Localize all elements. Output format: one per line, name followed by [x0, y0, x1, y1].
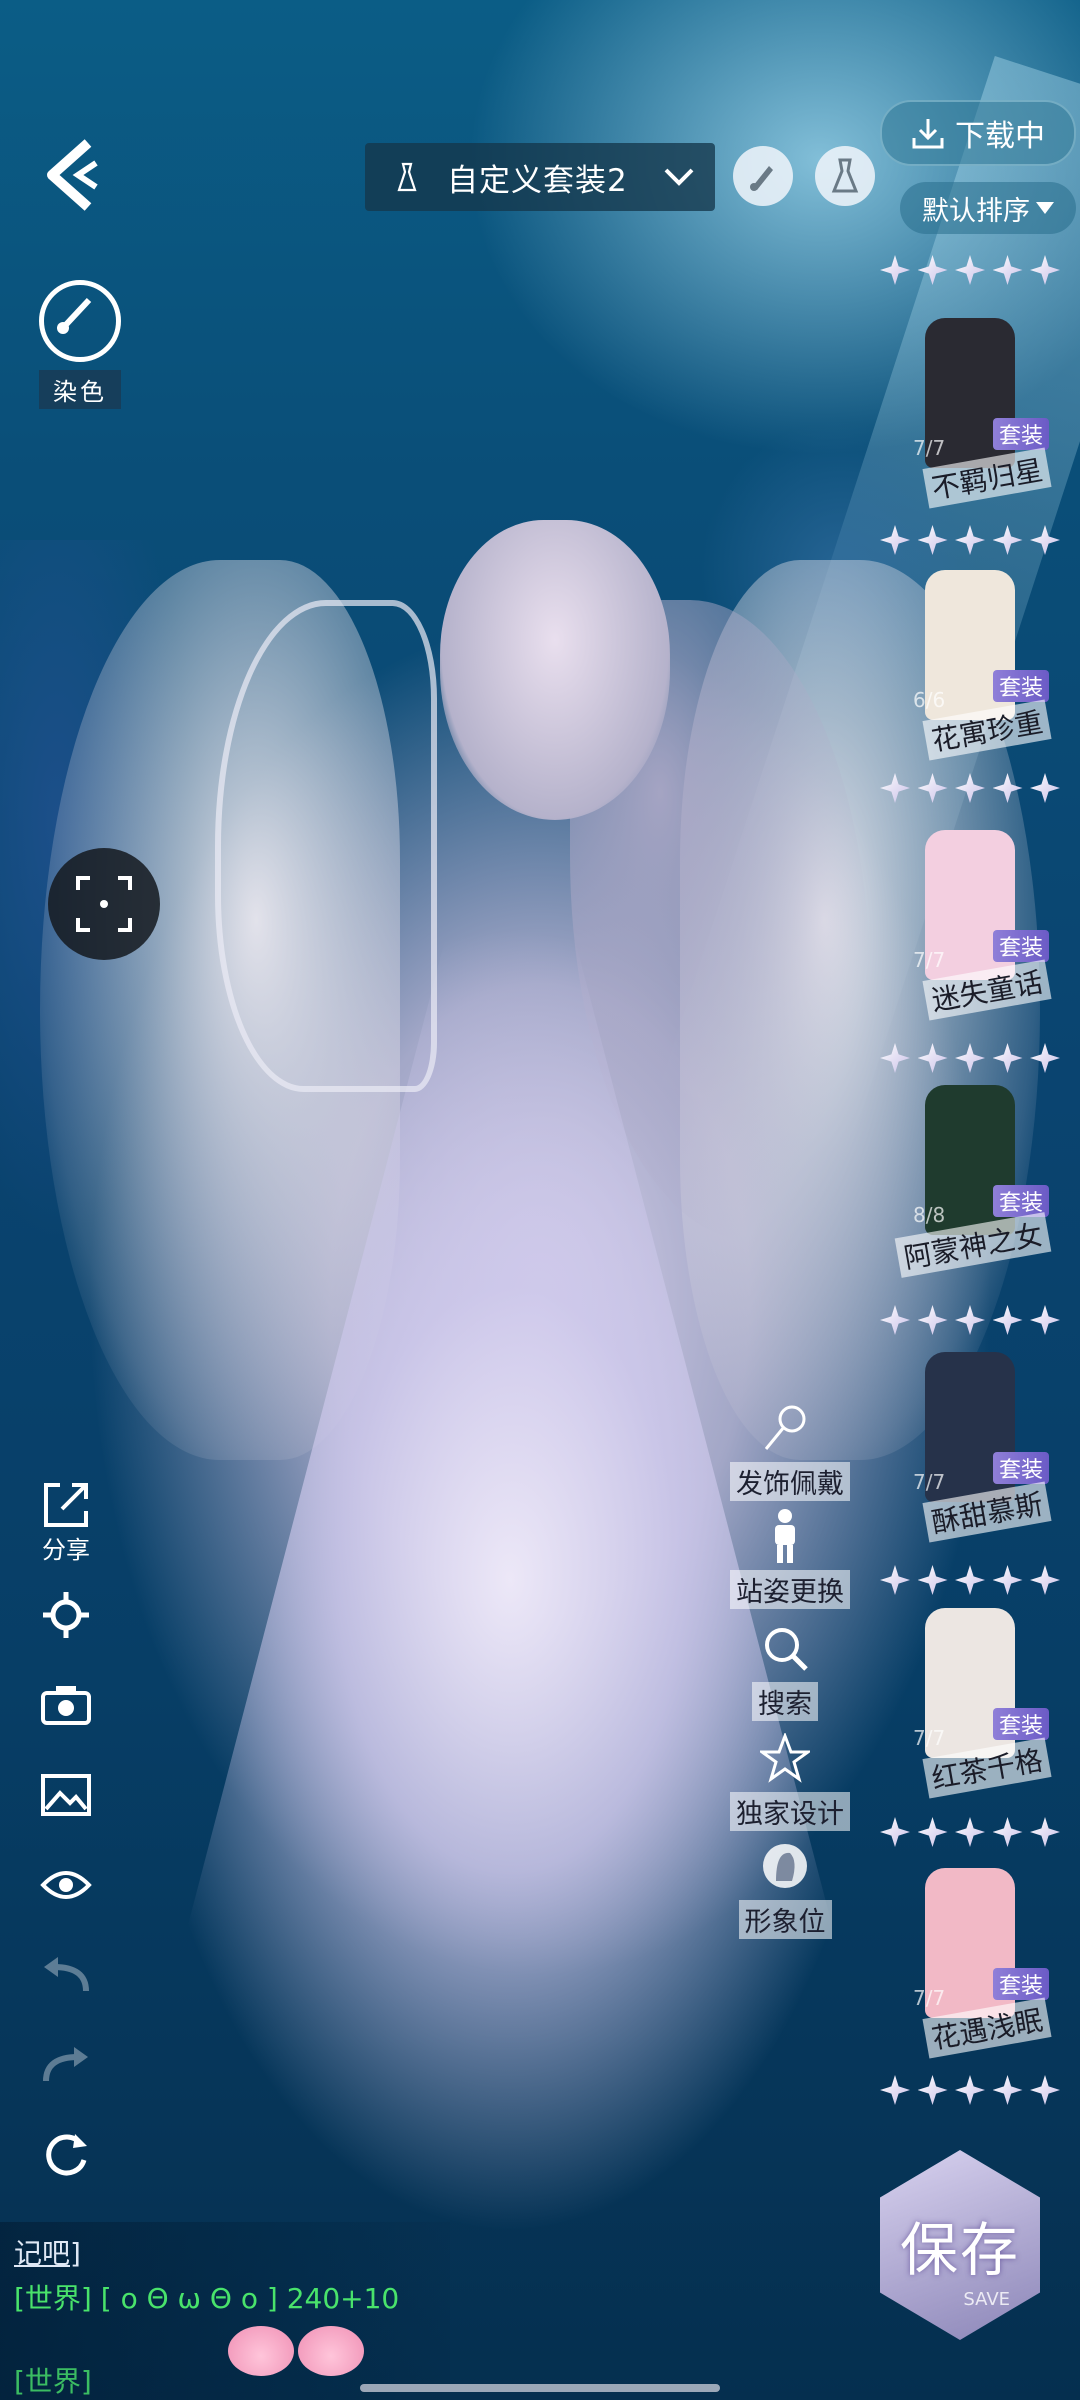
dye-label: 染色 [39, 370, 121, 409]
chevron-down-icon [664, 168, 694, 186]
outfit-selector[interactable]: 自定义套装2 [365, 143, 715, 211]
save-label: 保存 [899, 2216, 1020, 2284]
outfit-card[interactable]: 7/7 套装 红茶千格 [885, 1608, 1065, 1799]
sort-dropdown[interactable]: 默认排序 [900, 182, 1076, 234]
back-button[interactable] [38, 135, 108, 215]
dress-icon [831, 158, 859, 193]
rating-stars [880, 1300, 1060, 1340]
gallery-button[interactable] [36, 1765, 96, 1825]
image-icon [41, 1774, 91, 1816]
outfit-badge: 套装 [992, 1452, 1049, 1484]
settings-button[interactable] [36, 1585, 96, 1645]
eye-icon [40, 1871, 92, 1899]
outfit-count: 7/7 [913, 1986, 946, 2010]
share-button[interactable] [36, 1475, 96, 1535]
chat-text: [ o Θ ω Θ o ] 240+10 [100, 2282, 400, 2315]
action-label: 发饰佩戴 [730, 1462, 850, 1501]
focus-camera-button[interactable] [48, 848, 160, 960]
rating-stars [880, 768, 1060, 808]
action-label: 站姿更换 [730, 1570, 850, 1609]
outfit-count: 7/7 [913, 948, 946, 972]
star-icon [757, 1730, 813, 1786]
share-icon [44, 1483, 88, 1527]
action-pose[interactable]: 站姿更换 [730, 1508, 850, 1609]
action-label: 形象位 [738, 1900, 832, 1939]
back-arrow-icon [47, 139, 98, 211]
pose-icon [757, 1508, 813, 1564]
hair-accessory-icon [757, 1400, 813, 1456]
outfit-count: 6/6 [913, 688, 946, 712]
chat-channel: [世界] [14, 2365, 92, 2398]
download-label: 下载中 [955, 119, 1045, 154]
emoji-sticker [228, 2326, 294, 2376]
outfit-badge: 套装 [992, 930, 1049, 962]
outfit-card[interactable]: 7/7 套装 迷失童话 [885, 830, 1065, 1021]
focus-icon [76, 876, 132, 932]
outfit-detail-button[interactable] [815, 146, 875, 206]
outfit-badge: 套装 [992, 1968, 1049, 2000]
rating-stars [880, 250, 1060, 290]
action-portrait-slot[interactable]: 形象位 [730, 1838, 840, 1939]
character-head [440, 520, 670, 820]
caret-down-icon [1036, 202, 1054, 214]
sort-label: 默认排序 [922, 195, 1030, 227]
share-label: 分享 [42, 1536, 90, 1564]
search-icon [757, 1620, 813, 1676]
rating-stars [880, 1812, 1060, 1852]
undo-icon [44, 1957, 89, 1992]
action-label: 独家设计 [730, 1792, 850, 1831]
reset-icon [46, 2134, 87, 2176]
outfit-card[interactable]: 8/8 套装 阿蒙神之女 [885, 1085, 1065, 1278]
outfit-card[interactable]: 7/7 套装 不羁归星 [885, 318, 1065, 509]
action-label: 搜索 [752, 1682, 818, 1721]
outfit-card[interactable]: 7/7 套装 酥甜慕斯 [885, 1352, 1065, 1543]
chat-message: [世界] [ o Θ ω Θ o ] 240+10 [14, 2277, 399, 2317]
action-exclusive-design[interactable]: 独家设计 [730, 1730, 850, 1831]
portrait-icon [757, 1838, 813, 1894]
camera-button[interactable] [36, 1675, 96, 1735]
redo-icon [43, 2047, 88, 2082]
gear-icon [43, 1592, 89, 1638]
outfit-card[interactable]: 6/6 套装 花寓珍重 [885, 570, 1065, 761]
outfit-count: 7/7 [913, 1470, 946, 1494]
brush-icon [750, 166, 773, 191]
reset-button[interactable] [36, 2125, 96, 2185]
redo-button[interactable] [36, 2035, 96, 2095]
outfit-badge: 套装 [992, 670, 1049, 702]
chat-channel: [世界] [14, 2282, 92, 2315]
harp [215, 600, 437, 1092]
undo-button[interactable] [36, 1945, 96, 2005]
action-search[interactable]: 搜索 [730, 1620, 840, 1721]
emoji-sticker [298, 2326, 364, 2376]
chat-link[interactable]: 记吧] [14, 2232, 81, 2272]
palette-icon [39, 280, 121, 362]
outfit-card[interactable]: 7/7 套装 花遇浅眠 [885, 1868, 1065, 2059]
rating-stars [880, 1560, 1060, 1600]
outfit-name: 自定义套装2 [447, 162, 628, 199]
home-indicator[interactable] [360, 2384, 720, 2392]
outfit-count: 8/8 [913, 1203, 946, 1227]
outfit-badge: 套装 [992, 1708, 1049, 1740]
download-button[interactable]: 下载中 [880, 100, 1076, 166]
rating-stars [880, 1038, 1060, 1078]
rating-stars [880, 520, 1060, 560]
dye-button[interactable]: 染色 [30, 280, 130, 409]
dress-icon [397, 162, 417, 192]
save-sub-label: SAVE [963, 2289, 1010, 2310]
camera-icon [41, 1686, 91, 1725]
outfit-count: 7/7 [913, 1726, 946, 1750]
edit-button[interactable] [733, 146, 793, 206]
rating-stars [880, 2070, 1060, 2110]
outfit-count: 7/7 [913, 436, 946, 460]
download-icon [912, 119, 944, 149]
hide-ui-button[interactable] [36, 1855, 96, 1915]
outfit-badge: 套装 [992, 418, 1049, 450]
action-hair-accessory[interactable]: 发饰佩戴 [730, 1400, 850, 1501]
